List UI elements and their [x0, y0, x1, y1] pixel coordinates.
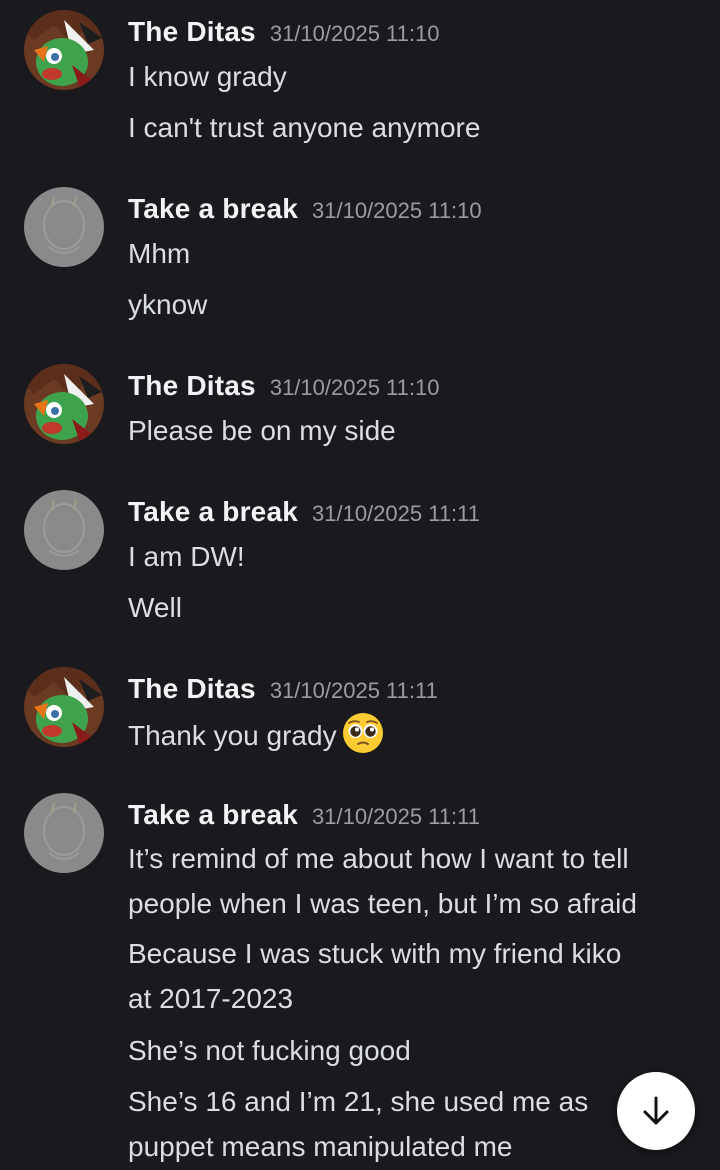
user-avatar[interactable]: [24, 667, 104, 747]
chat-message-list: The Ditas 31/10/2025 11:10 I know grady I…: [0, 0, 720, 1170]
message-text: She’s 16 and I’m 21, she used me as: [128, 1086, 589, 1117]
timestamp: 31/10/2025 11:11: [269, 678, 438, 703]
timestamp: 31/10/2025 11:11: [312, 804, 481, 829]
message-text: people when I was teen, but I’m so afrai…: [128, 888, 637, 919]
message-header: Take a break 31/10/2025 11:11: [128, 797, 480, 838]
username[interactable]: The Ditas: [128, 673, 256, 704]
username[interactable]: Take a break: [128, 799, 298, 830]
message-text: yknow: [128, 289, 208, 320]
user-avatar[interactable]: [24, 10, 104, 90]
scroll-to-bottom-button[interactable]: [617, 1072, 695, 1150]
arrow-down-icon: [643, 1096, 669, 1125]
message-text: She’s not fucking good: [128, 1035, 411, 1066]
timestamp: 31/10/2025 11:11: [312, 501, 481, 526]
message-header: Take a break 31/10/2025 11:10: [128, 191, 482, 232]
user-avatar[interactable]: [24, 793, 104, 873]
message-text: I am DW!: [128, 541, 245, 572]
timestamp: 31/10/2025 11:10: [269, 375, 440, 400]
username[interactable]: Take a break: [128, 496, 298, 527]
username[interactable]: Take a break: [128, 193, 298, 224]
grey-avatar-icon: [24, 187, 104, 267]
timestamp: 31/10/2025 11:10: [269, 21, 440, 46]
ditas-avatar-icon: [24, 364, 104, 444]
timestamp: 31/10/2025 11:10: [312, 198, 482, 223]
message-text-row: Thank you grady: [128, 711, 698, 758]
message-text: Because I was stuck with my friend kiko: [128, 938, 622, 969]
message-text: Mhm: [128, 238, 191, 269]
username[interactable]: The Ditas: [128, 370, 256, 401]
username[interactable]: The Ditas: [128, 16, 256, 47]
pleading-face-emoji-icon: [341, 711, 385, 755]
message-header: The Ditas 31/10/2025 11:11: [128, 671, 438, 712]
message-text: I can't trust anyone anymore: [128, 112, 481, 143]
message-text: Please be on my side: [128, 415, 396, 446]
user-avatar[interactable]: [24, 364, 104, 444]
user-avatar[interactable]: [24, 490, 104, 570]
ditas-avatar-icon: [24, 10, 104, 90]
message-text: It’s remind of me about how I want to te…: [128, 843, 629, 874]
ditas-avatar-icon: [24, 667, 104, 747]
message-text: Well: [128, 592, 182, 623]
message-text: puppet means manipulated me: [128, 1131, 513, 1162]
message-text: Thank you grady: [128, 720, 337, 751]
message-header: Take a break 31/10/2025 11:11: [128, 494, 480, 535]
grey-avatar-icon: [24, 490, 104, 570]
message-text: at 2017-2023: [128, 983, 294, 1014]
message-header: The Ditas 31/10/2025 11:10: [128, 14, 439, 55]
message-header: The Ditas 31/10/2025 11:10: [128, 368, 439, 409]
user-avatar[interactable]: [24, 187, 104, 267]
message-text: I know grady: [128, 61, 287, 92]
grey-avatar-icon: [24, 793, 104, 873]
